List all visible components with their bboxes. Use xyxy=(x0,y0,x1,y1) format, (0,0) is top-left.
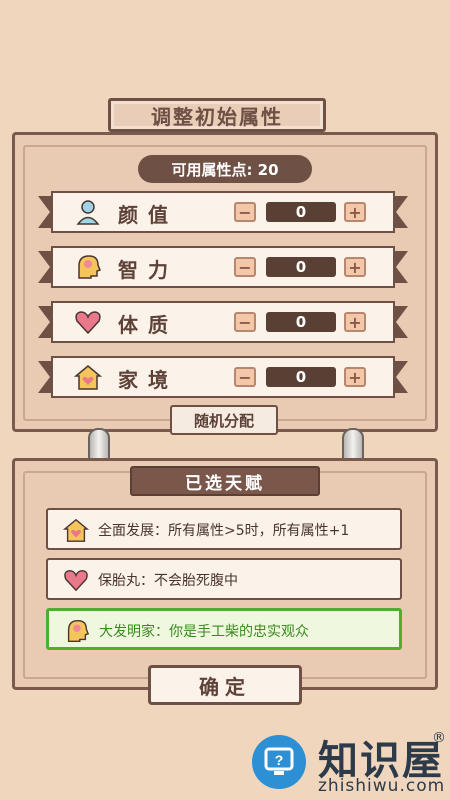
increase-button[interactable]: + xyxy=(344,257,366,277)
head-brain-icon xyxy=(72,251,104,283)
head-brain-icon xyxy=(67,620,90,642)
watermark-url: zhishiwu.com xyxy=(318,776,446,796)
talent-item[interactable]: 全面发展：所有属性>5时，所有属性+1 xyxy=(46,508,402,550)
attribute-label: 体质 xyxy=(118,313,178,337)
increase-button[interactable]: + xyxy=(344,312,366,332)
heart-icon xyxy=(64,569,88,592)
house-icon xyxy=(62,518,90,542)
attribute-row-intelligence: 智力 − 0 + xyxy=(38,245,408,289)
attribute-label: 家境 xyxy=(118,368,178,392)
house-icon xyxy=(72,361,104,393)
confirm-button[interactable]: 确定 xyxy=(148,665,302,705)
talent-text: 全面发展：所有属性>5时，所有属性+1 xyxy=(98,523,350,539)
page-title: 调整初始属性 xyxy=(108,98,326,132)
decrease-button[interactable]: − xyxy=(234,312,256,332)
talent-item[interactable]: 保胎丸：不会胎死腹中 xyxy=(46,558,402,600)
heart-icon xyxy=(72,306,104,338)
svg-text:?: ? xyxy=(275,752,284,768)
decrease-button[interactable]: − xyxy=(234,257,256,277)
attribute-row-family: 家境 − 0 + xyxy=(38,355,408,399)
attribute-value: 0 xyxy=(266,312,336,332)
talent-text: 保胎丸：不会胎死腹中 xyxy=(98,573,238,589)
attribute-label: 颜值 xyxy=(118,203,178,227)
decrease-button[interactable]: − xyxy=(234,367,256,387)
attribute-value: 0 xyxy=(266,367,336,387)
decrease-button[interactable]: − xyxy=(234,202,256,222)
attribute-row-appearance: 颜值 − 0 + xyxy=(38,190,408,234)
talent-text: 大发明家：你是手工柴的忠实观众 xyxy=(99,624,309,640)
increase-button[interactable]: + xyxy=(344,202,366,222)
face-person-icon xyxy=(72,196,104,228)
attribute-value: 0 xyxy=(266,202,336,222)
attribute-row-constitution: 体质 − 0 + xyxy=(38,300,408,344)
attribute-value: 0 xyxy=(266,257,336,277)
increase-button[interactable]: + xyxy=(344,367,366,387)
available-points-badge: 可用属性点: 20 xyxy=(138,155,312,183)
random-allocate-button[interactable]: 随机分配 xyxy=(170,405,278,435)
watermark-logo-icon: ? xyxy=(252,735,306,789)
talent-item-selected[interactable]: 大发明家：你是手工柴的忠实观众 xyxy=(46,608,402,650)
watermark-registered: ® xyxy=(432,730,446,746)
talents-title: 已选天赋 xyxy=(130,466,320,496)
attribute-label: 智力 xyxy=(118,258,178,282)
